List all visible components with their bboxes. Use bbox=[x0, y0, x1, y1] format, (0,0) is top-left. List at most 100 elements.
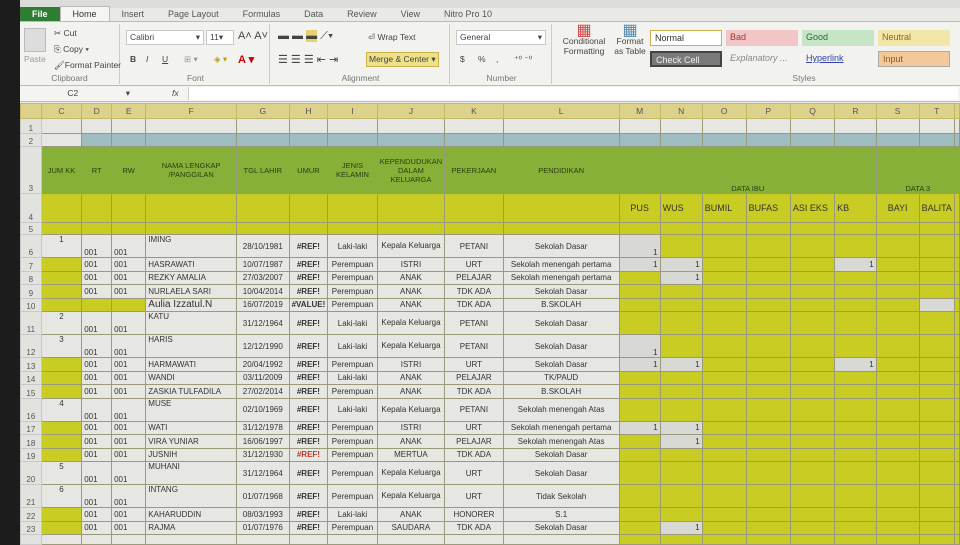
umur-cell[interactable]: #REF! bbox=[288, 397, 329, 422]
pk-cell[interactable]: TDK ADA bbox=[444, 384, 504, 399]
jum-kk-cell[interactable] bbox=[40, 284, 83, 299]
cell[interactable] bbox=[81, 193, 113, 223]
cell-N[interactable]: 1 bbox=[659, 257, 703, 272]
rt-cell[interactable]: 001 bbox=[81, 257, 113, 272]
cell[interactable] bbox=[327, 222, 378, 235]
nama-cell[interactable]: MUHANI bbox=[145, 461, 237, 485]
column-header-J[interactable]: J bbox=[376, 103, 446, 119]
row-header[interactable]: 16 bbox=[20, 397, 42, 422]
cell[interactable] bbox=[834, 118, 877, 134]
cell-R[interactable] bbox=[834, 311, 877, 335]
cell-S[interactable] bbox=[875, 311, 920, 335]
nama-cell[interactable]: KATU bbox=[145, 311, 237, 335]
rt-cell[interactable]: 001 bbox=[81, 334, 113, 358]
conditional-formatting-button[interactable]: ▦ Conditional Formatting bbox=[556, 23, 612, 57]
cell[interactable] bbox=[327, 118, 378, 134]
cell-Q[interactable] bbox=[789, 297, 836, 312]
pk-cell[interactable]: URT bbox=[444, 357, 504, 372]
copy-button[interactable]: ⎘ Copy ▾ bbox=[54, 44, 89, 55]
cell-Q[interactable] bbox=[789, 420, 836, 435]
jum-kk-cell[interactable]: 3 bbox=[40, 334, 83, 358]
pd-cell[interactable]: Sekolah Dasar bbox=[502, 284, 620, 299]
cell[interactable] bbox=[745, 133, 791, 147]
cell-Q[interactable] bbox=[789, 507, 836, 522]
name-box[interactable]: C2 ▾ bbox=[20, 88, 130, 99]
cell-T[interactable] bbox=[918, 434, 956, 449]
cell[interactable] bbox=[502, 193, 620, 223]
cell-S[interactable] bbox=[875, 520, 920, 535]
row-header-4[interactable]: 4 bbox=[20, 193, 42, 223]
rt-cell[interactable]: 001 bbox=[81, 270, 113, 285]
italic-button[interactable]: I bbox=[146, 54, 148, 64]
pk-cell[interactable]: TDK ADA bbox=[444, 284, 504, 299]
jum-kk-cell[interactable]: 4 bbox=[40, 397, 83, 422]
cell-Q[interactable] bbox=[789, 370, 836, 385]
rt-cell[interactable]: 001 bbox=[81, 520, 113, 535]
rw-cell[interactable]: 001 bbox=[111, 357, 147, 372]
nama-cell[interactable]: WATI bbox=[145, 420, 237, 435]
jk-cell[interactable]: Perempuan bbox=[327, 270, 378, 285]
style-neutral[interactable]: Neutral bbox=[878, 30, 950, 46]
cell-S[interactable] bbox=[875, 334, 920, 358]
cell-S[interactable] bbox=[875, 284, 920, 299]
row-header[interactable]: 19 bbox=[20, 447, 42, 462]
cell[interactable] bbox=[502, 118, 620, 134]
tab-data[interactable]: Data bbox=[292, 7, 335, 21]
cell-M[interactable] bbox=[618, 270, 661, 285]
row-header[interactable]: 23 bbox=[20, 520, 42, 535]
kd-cell[interactable]: ANAK bbox=[376, 507, 446, 522]
cell[interactable] bbox=[288, 133, 329, 147]
cell[interactable] bbox=[954, 334, 960, 358]
cell-P[interactable] bbox=[745, 447, 791, 462]
cell-M[interactable]: 1 bbox=[618, 334, 661, 358]
cell-T[interactable] bbox=[918, 334, 956, 358]
cell-S[interactable] bbox=[875, 357, 920, 372]
cell-Q[interactable] bbox=[789, 270, 836, 285]
row-header-2[interactable]: 2 bbox=[20, 133, 42, 147]
cell-R[interactable] bbox=[834, 397, 877, 422]
cell[interactable] bbox=[954, 297, 960, 312]
jum-kk-cell[interactable]: 1 bbox=[40, 234, 83, 258]
cell[interactable] bbox=[918, 118, 956, 134]
cell[interactable] bbox=[789, 133, 836, 147]
cell-N[interactable] bbox=[659, 484, 703, 508]
umur-cell[interactable]: #REF! bbox=[288, 284, 329, 299]
pk-cell[interactable]: HONORER bbox=[444, 507, 504, 522]
style-normal[interactable]: Normal bbox=[650, 30, 722, 46]
jk-cell[interactable]: Perempuan bbox=[327, 434, 378, 449]
kd-cell[interactable]: ANAK bbox=[376, 434, 446, 449]
cell-T[interactable] bbox=[918, 484, 956, 508]
rw-cell[interactable]: 001 bbox=[111, 311, 147, 335]
cell-N[interactable] bbox=[659, 311, 703, 335]
row-header[interactable]: 18 bbox=[20, 434, 42, 449]
column-header-C[interactable]: C bbox=[40, 103, 83, 119]
fx-icon[interactable]: fx bbox=[172, 88, 179, 98]
pd-cell[interactable]: B.SKOLAH bbox=[502, 384, 620, 399]
cell[interactable] bbox=[235, 193, 290, 223]
umur-cell[interactable]: #REF! bbox=[288, 334, 329, 358]
cell[interactable] bbox=[834, 133, 877, 147]
nama-cell[interactable]: INTANG bbox=[145, 484, 237, 508]
cell[interactable] bbox=[376, 222, 446, 235]
cell-T[interactable] bbox=[918, 461, 956, 485]
jum-kk-cell[interactable] bbox=[40, 507, 83, 522]
cell-T[interactable] bbox=[918, 420, 956, 435]
cell-Q[interactable] bbox=[789, 461, 836, 485]
tgl-cell[interactable]: 02/10/1969 bbox=[235, 397, 290, 422]
cell-P[interactable] bbox=[745, 334, 791, 358]
cell[interactable] bbox=[954, 118, 960, 134]
row-header-3[interactable]: 3 bbox=[20, 146, 42, 194]
tgl-cell[interactable]: 31/12/1964 bbox=[235, 461, 290, 485]
cell[interactable] bbox=[40, 222, 83, 235]
column-header-O[interactable]: O bbox=[701, 103, 747, 119]
cell-T[interactable] bbox=[918, 520, 956, 535]
umur-cell[interactable]: #REF! bbox=[288, 311, 329, 335]
cell-T[interactable] bbox=[918, 284, 956, 299]
style-check-cell[interactable]: Check Cell bbox=[650, 51, 722, 67]
jk-cell[interactable]: Laki-laki bbox=[327, 370, 378, 385]
rt-cell[interactable]: 001 bbox=[81, 370, 113, 385]
cell-O[interactable] bbox=[701, 384, 747, 399]
tgl-cell[interactable]: 16/07/2019 bbox=[235, 297, 290, 312]
rw-cell[interactable]: 001 bbox=[111, 434, 147, 449]
tab-insert[interactable]: Insert bbox=[110, 7, 157, 21]
